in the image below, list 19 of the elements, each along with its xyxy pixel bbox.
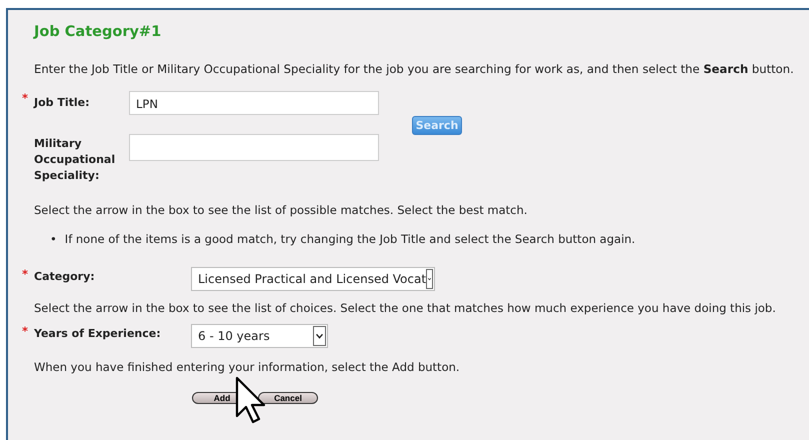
section-heading: Job Category#1 — [34, 24, 162, 40]
bullet: • — [50, 231, 57, 247]
field-label: Years of Experience: — [34, 327, 162, 340]
instruction-text: Select the arrow in the box to see the list of possible matches. Select the best match. — [34, 202, 528, 218]
years-dropdown[interactable]: 6 - 10 years — [191, 324, 328, 348]
category-dropdown[interactable]: Licensed Practical and Licensed Vocat — [191, 267, 435, 291]
tip-text: If none of the items is a good match, try changing the Job Title and select the Search button again. — [64, 231, 636, 247]
military-speciality-field[interactable] — [129, 134, 379, 161]
job-title-field[interactable]: LPN — [129, 91, 379, 115]
instruction-text: Select the arrow in the box to see the list of choices. Select the one that matches how much experience you have doing this job. — [34, 300, 777, 316]
required-asterisk: * — [22, 324, 30, 338]
instruction-text: When you have finished entering your information, select the Add button. — [34, 359, 461, 375]
field-label: Category: — [34, 270, 96, 283]
required-asterisk: * — [22, 267, 30, 281]
field-label: Job Title: — [34, 96, 91, 109]
form-button[interactable]: Cancel — [258, 392, 318, 404]
field-label: Military Occupational Speciality: — [34, 136, 116, 184]
required-asterisk: * — [22, 91, 30, 105]
instruction-text: Enter the Job Title or Military Occupational Speciality for the job you are searching for work as, and then select the Search button. — [34, 61, 795, 77]
